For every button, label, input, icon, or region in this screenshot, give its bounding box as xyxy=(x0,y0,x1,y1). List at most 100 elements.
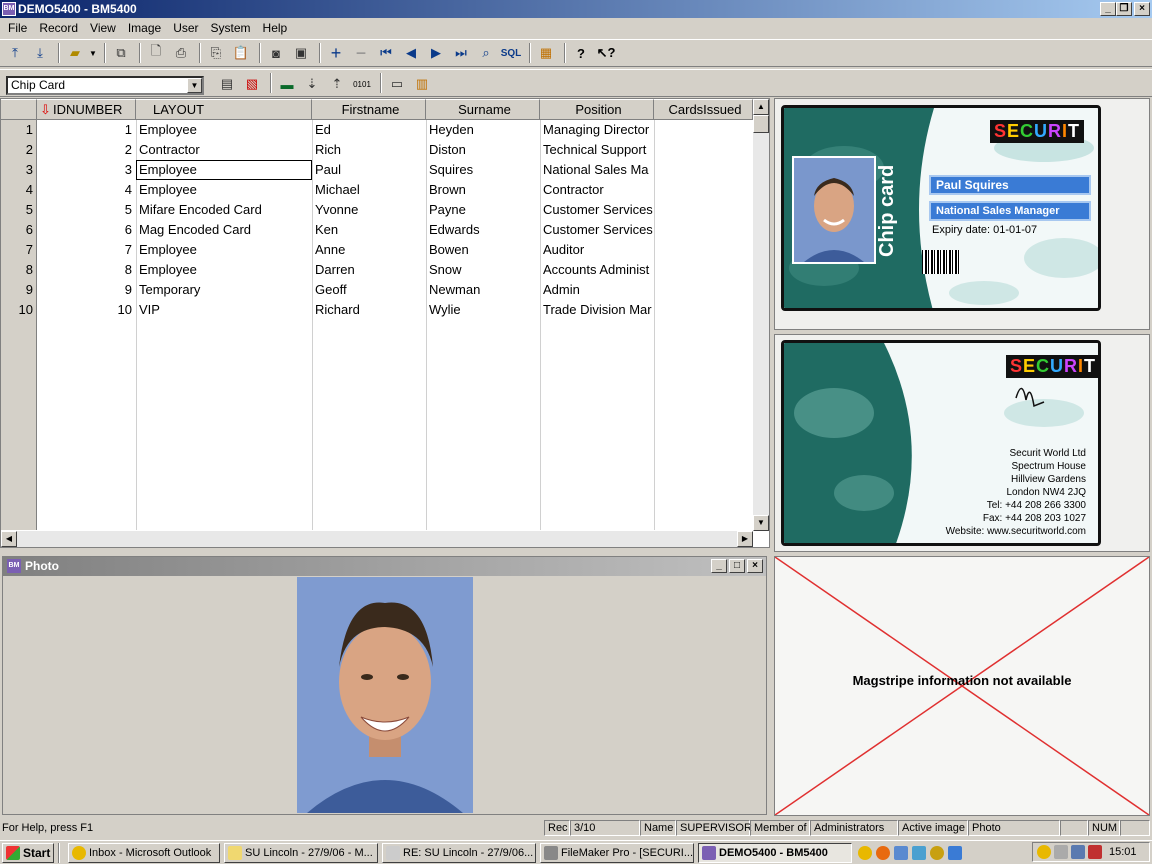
table-cell-last[interactable]: Snow xyxy=(426,260,540,280)
vertical-scrollbar[interactable]: ▲ ▼ xyxy=(753,99,769,531)
table-cell-id[interactable]: 10 xyxy=(37,300,136,320)
mag-encode-icon[interactable]: ▭ xyxy=(386,73,408,95)
table-cell-last[interactable]: Wylie xyxy=(426,300,540,320)
tray-network-icon[interactable] xyxy=(1054,845,1068,859)
copy-record-icon[interactable]: ⧉ xyxy=(110,42,132,64)
next-record-icon[interactable]: ▶ xyxy=(425,42,447,64)
card-view-icon[interactable]: ▬ xyxy=(276,73,298,95)
table-cell-first[interactable]: Richard xyxy=(312,300,426,320)
sort-asc-icon[interactable]: ⇣ xyxy=(301,73,323,95)
table-cell-id[interactable]: 1 xyxy=(37,120,136,140)
tray-app-icon[interactable] xyxy=(1088,845,1102,859)
previous-record-icon[interactable]: ◀ xyxy=(400,42,422,64)
restore-button[interactable]: ❐ xyxy=(1116,2,1132,16)
sort-desc-icon[interactable]: ⇡ xyxy=(326,73,348,95)
delete-record-icon[interactable]: − xyxy=(350,42,372,64)
import-icon[interactable]: ⤒ xyxy=(4,42,26,64)
menu-help[interactable]: Help xyxy=(257,21,294,35)
copy-icon[interactable]: ⎘ xyxy=(205,42,227,64)
scroll-up-icon[interactable]: ▲ xyxy=(753,99,769,115)
tray-monitor-icon[interactable] xyxy=(1071,845,1085,859)
table-cell-first[interactable]: Rich xyxy=(312,140,426,160)
table-cell-last[interactable]: Heyden xyxy=(426,120,540,140)
menu-system[interactable]: System xyxy=(205,21,257,35)
paste-icon[interactable]: 📋 xyxy=(230,42,252,64)
table-cell-last[interactable]: Squires xyxy=(426,160,540,180)
table-cell-id[interactable]: 9 xyxy=(37,280,136,300)
table-cell-last[interactable]: Diston xyxy=(426,140,540,160)
print-preview-icon[interactable]: 🗋 xyxy=(145,42,167,64)
col-header-layout[interactable]: LAYOUT xyxy=(136,99,312,120)
table-cell-id[interactable]: 6 xyxy=(37,220,136,240)
table-cell-first[interactable]: Yvonne xyxy=(312,200,426,220)
task-su-lincoln[interactable]: SU Lincoln - 27/9/06 - M... xyxy=(224,842,378,863)
table-cell-pos[interactable]: Contractor xyxy=(540,180,654,200)
ie-icon[interactable] xyxy=(948,845,962,860)
export-icon[interactable]: ⤓ xyxy=(29,42,51,64)
table-cell-layout[interactable]: VIP xyxy=(136,300,312,320)
task-demo5400[interactable]: DEMO5400 - BM5400 xyxy=(698,842,852,863)
open-folder-icon[interactable]: ▰ xyxy=(64,42,86,64)
table-cell-first[interactable]: Anne xyxy=(312,240,426,260)
photo-maximize-button[interactable]: □ xyxy=(729,559,745,573)
table-cell-first[interactable]: Ed xyxy=(312,120,426,140)
search-icon[interactable]: ⌕ xyxy=(475,42,497,64)
table-cell-id[interactable]: 2 xyxy=(37,140,136,160)
task-re-su-lincoln[interactable]: RE: SU Lincoln - 27/9/06... xyxy=(382,842,536,863)
table-cell-pos[interactable]: Customer Services xyxy=(540,200,654,220)
table-cell-pos[interactable]: Managing Director xyxy=(540,120,654,140)
app-icon[interactable]: BM xyxy=(2,2,16,16)
binary-icon[interactable]: 0101 xyxy=(351,73,373,95)
card-front[interactable]: SECURIT Chip card Paul Squires National … xyxy=(781,105,1101,311)
messenger-icon[interactable] xyxy=(894,845,908,860)
table-cell-pos[interactable]: Auditor xyxy=(540,240,654,260)
row-number[interactable]: 1 xyxy=(1,120,37,140)
menu-image[interactable]: Image xyxy=(122,21,167,35)
last-record-icon[interactable]: ⏭ xyxy=(450,42,472,64)
table-cell-pos[interactable]: National Sales Ma xyxy=(540,160,654,180)
row-number[interactable]: 9 xyxy=(1,280,37,300)
row-number[interactable]: 8 xyxy=(1,260,37,280)
table-cell-layout[interactable]: Contractor xyxy=(136,140,312,160)
menu-user[interactable]: User xyxy=(167,21,204,35)
table-cell-last[interactable]: Newman xyxy=(426,280,540,300)
row-number[interactable]: 10 xyxy=(1,300,37,320)
task-outlook-inbox[interactable]: Inbox - Microsoft Outlook xyxy=(68,842,220,863)
table-cell-first[interactable]: Darren xyxy=(312,260,426,280)
table-cell-layout[interactable]: Mag Encoded Card xyxy=(136,220,312,240)
table-cell-last[interactable]: Bowen xyxy=(426,240,540,260)
photo-minimize-button[interactable]: _ xyxy=(711,559,727,573)
outlook-quicklaunch-icon[interactable] xyxy=(858,845,872,860)
table-cell-first[interactable]: Ken xyxy=(312,220,426,240)
card-delete-icon[interactable]: ▧ xyxy=(241,73,263,95)
camera-icon[interactable]: ◙ xyxy=(265,42,287,64)
chip-encode-icon[interactable]: ▥ xyxy=(411,73,433,95)
table-cell-pos[interactable]: Customer Services xyxy=(540,220,654,240)
menu-view[interactable]: View xyxy=(84,21,122,35)
help-icon[interactable]: ? xyxy=(570,42,592,64)
table-cell-id[interactable]: 3 xyxy=(37,160,136,180)
table-cell-pos[interactable]: Admin xyxy=(540,280,654,300)
layout-select[interactable]: Chip Card ▼ xyxy=(6,76,204,95)
task-filemaker[interactable]: FileMaker Pro - [SECURI... xyxy=(540,842,694,863)
table-cell-layout[interactable]: Employee xyxy=(136,160,312,180)
table-cell-layout[interactable]: Employee xyxy=(136,260,312,280)
minimize-button[interactable]: _ xyxy=(1100,2,1116,16)
table-cell-layout[interactable]: Mifare Encoded Card xyxy=(136,200,312,220)
table-cell-pos[interactable]: Trade Division Mar xyxy=(540,300,654,320)
close-button[interactable]: × xyxy=(1134,2,1150,16)
row-number[interactable]: 4 xyxy=(1,180,37,200)
context-help-icon[interactable]: ↖? xyxy=(595,42,617,64)
scroll-left-icon[interactable]: ◀ xyxy=(1,531,17,547)
table-cell-first[interactable]: Paul xyxy=(312,160,426,180)
col-header-firstname[interactable]: Firstname xyxy=(312,99,426,120)
row-number[interactable]: 7 xyxy=(1,240,37,260)
sql-button[interactable]: SQL xyxy=(500,42,522,64)
table-cell-id[interactable]: 7 xyxy=(37,240,136,260)
table-cell-last[interactable]: Payne xyxy=(426,200,540,220)
chevron-down-icon[interactable]: ▼ xyxy=(187,78,202,93)
row-number[interactable]: 3 xyxy=(1,160,37,180)
add-record-icon[interactable]: + xyxy=(325,42,347,64)
table-cell-layout[interactable]: Employee xyxy=(136,120,312,140)
scroll-right-icon[interactable]: ▶ xyxy=(737,531,753,547)
